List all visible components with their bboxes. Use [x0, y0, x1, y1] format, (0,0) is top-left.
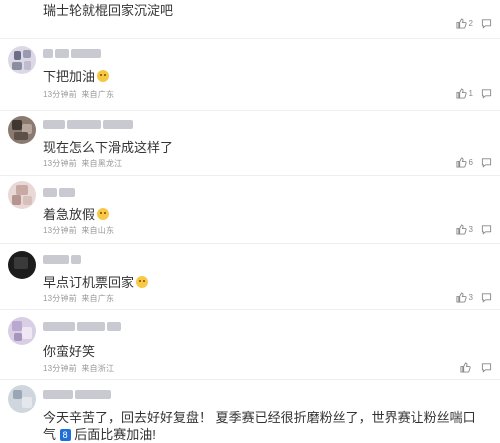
comment-text: 现在怎么下滑成这样了: [43, 140, 174, 155]
avatar[interactable]: [8, 385, 36, 413]
comment-item: 今天辛苦了，回去好好复盘！ 夏季赛已经很折磨粉丝了，世界赛让粉丝喘口 气 8 后…: [0, 379, 500, 442]
comment-item: 着急放假 13分钟前 来自山东 3: [0, 175, 500, 243]
comment-actions: 1: [456, 88, 492, 99]
comment-meta: 13分钟前 来自黑龙江: [43, 158, 122, 169]
comment-source: 来自广东: [81, 294, 115, 303]
avatar[interactable]: [8, 116, 36, 144]
comment-source: 来自浙江: [81, 364, 115, 373]
comment-item: 下把加油 13分钟前 来自广东 1: [0, 38, 500, 110]
avatar[interactable]: [8, 251, 36, 279]
number-badge: 8: [59, 429, 71, 441]
like-count: 3: [468, 225, 473, 234]
comment-text: 早点订机票回家: [43, 272, 149, 291]
reply-icon[interactable]: [481, 224, 492, 235]
username-blurred[interactable]: [43, 48, 101, 58]
reply-icon[interactable]: [481, 292, 492, 303]
comment-text: 瑞士轮就棍回家沉淀吧: [43, 3, 174, 18]
reply-icon[interactable]: [481, 18, 492, 29]
avatar[interactable]: [8, 317, 36, 345]
thumbs-up-icon: [456, 157, 467, 168]
comment-actions: 6: [456, 157, 492, 168]
smile-emoji-icon: [97, 208, 110, 220]
username-blurred[interactable]: [43, 389, 111, 399]
comment-top: 瑞士轮就棍回家沉淀吧 2: [0, 0, 500, 38]
like-button[interactable]: 6: [456, 157, 473, 168]
username-blurred[interactable]: [43, 321, 121, 331]
comment-text: 下把加油: [43, 66, 110, 85]
reply-icon[interactable]: [481, 88, 492, 99]
comment-time: 13分钟前: [43, 226, 77, 235]
comment-time: 13分钟前: [43, 294, 77, 303]
username-blurred[interactable]: [43, 187, 75, 197]
comment-actions: 3: [456, 292, 492, 303]
comment-item: 早点订机票回家 13分钟前 来自广东 3: [0, 243, 500, 309]
like-button[interactable]: [460, 362, 473, 373]
comment-text: 你蛮好笑: [43, 344, 96, 359]
comment-actions: 3: [456, 224, 492, 235]
comment-time: 13分钟前: [43, 364, 77, 373]
comment-actions: [460, 362, 492, 373]
like-button[interactable]: 2: [456, 18, 473, 29]
reply-icon[interactable]: [481, 157, 492, 168]
comment-text-continued: 气 8 后面比赛加油!: [43, 427, 156, 442]
like-count: 2: [468, 19, 473, 28]
thumbs-up-icon: [456, 224, 467, 235]
comment-time: 13分钟前: [43, 90, 77, 99]
grin-emoji-icon: [136, 276, 149, 288]
comment-item: 你蛮好笑 13分钟前 来自浙江: [0, 309, 500, 379]
comment-meta: 13分钟前 来自浙江: [43, 363, 114, 374]
avatar[interactable]: [8, 46, 36, 74]
crying-emoji-icon: [97, 70, 110, 82]
comment-item: 现在怎么下滑成这样了 13分钟前 来自黑龙江 6: [0, 110, 500, 175]
avatar[interactable]: [8, 181, 36, 209]
comment-meta: 13分钟前 来自广东: [43, 89, 114, 100]
comment-meta: 13分钟前 来自广东: [43, 293, 114, 304]
thumbs-up-icon: [456, 292, 467, 303]
thumbs-up-icon: [456, 88, 467, 99]
username-blurred[interactable]: [43, 119, 133, 129]
comment-source: 来自山东: [81, 226, 115, 235]
username-blurred[interactable]: [43, 254, 81, 264]
comment-actions: 2: [456, 18, 492, 29]
reply-icon[interactable]: [481, 362, 492, 373]
comment-time: 13分钟前: [43, 159, 77, 168]
like-button[interactable]: 3: [456, 292, 473, 303]
like-count: 6: [468, 158, 473, 167]
like-button[interactable]: 3: [456, 224, 473, 235]
thumbs-up-icon: [460, 362, 471, 373]
comment-source: 来自广东: [81, 90, 115, 99]
comment-text: 着急放假: [43, 204, 110, 223]
comment-meta: 13分钟前 来自山东: [43, 225, 114, 236]
like-button[interactable]: 1: [456, 88, 473, 99]
like-count: 1: [468, 89, 473, 98]
comment-source: 来自黑龙江: [81, 159, 123, 168]
thumbs-up-icon: [456, 18, 467, 29]
like-count: 3: [468, 293, 473, 302]
